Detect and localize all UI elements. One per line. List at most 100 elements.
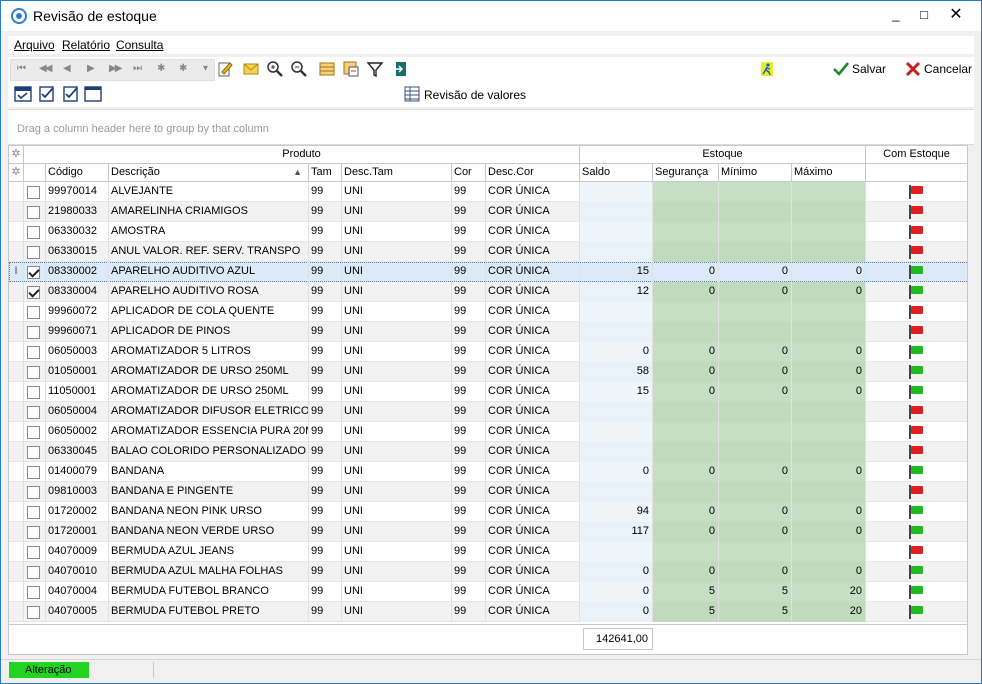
cell-tam[interactable]: 99 [309,382,342,402]
header-cor[interactable]: Cor [452,164,486,182]
cell-codigo[interactable]: 04070010 [46,562,109,582]
cell-desc-tam[interactable]: UNI [342,182,452,202]
cell-codigo[interactable]: 06050003 [46,342,109,362]
cell-maximo[interactable] [792,542,866,562]
cell-descricao[interactable]: APARELHO AUDITIVO AZUL [109,262,309,282]
cell-seguranca[interactable] [653,542,719,562]
menu-relatorio[interactable]: Relatório [62,38,110,52]
cell-minimo[interactable] [719,222,792,242]
cell-minimo[interactable] [719,182,792,202]
row-checkbox[interactable] [27,486,40,499]
next-page-icon[interactable]: ▶▶ [109,63,122,74]
row-checkbox[interactable] [27,586,40,599]
review-values-button[interactable]: Revisão de valores [424,88,526,102]
cell-desc-tam[interactable]: UNI [342,202,452,222]
cell-seguranca[interactable]: 0 [653,342,719,362]
menu-arquivo[interactable]: Arquivo [14,38,55,52]
filter-icon[interactable] [366,60,384,78]
table-row[interactable]: 06330032 AMOSTRA 99 UNI 99 COR ÚNICA [9,222,967,242]
first-record-icon[interactable]: ⏮ [17,63,26,74]
table-row[interactable]: 04070005 BERMUDA FUTEBOL PRETO 99 UNI 99 COR … [9,602,967,622]
cell-minimo[interactable] [719,482,792,502]
cell-seguranca[interactable]: 0 [653,282,719,302]
last-record-icon[interactable]: ⏭ [133,63,142,74]
row-checkbox[interactable] [27,266,40,279]
row-checkbox[interactable] [27,386,40,399]
cell-desc-cor[interactable]: COR ÚNICA [486,302,580,322]
cell-minimo[interactable]: 0 [719,282,792,302]
cell-minimo[interactable] [719,242,792,262]
cell-codigo[interactable]: 99970014 [46,182,109,202]
cell-desc-cor[interactable]: COR ÚNICA [486,182,580,202]
cell-saldo[interactable]: 12 [580,282,653,302]
cell-minimo[interactable]: 0 [719,502,792,522]
cell-saldo[interactable] [580,542,653,562]
cell-desc-tam[interactable]: UNI [342,422,452,442]
header-desc-tam[interactable]: Desc.Tam [342,164,452,182]
cell-desc-cor[interactable]: COR ÚNICA [486,202,580,222]
row-checkbox[interactable] [27,606,40,619]
cell-maximo[interactable]: 0 [792,382,866,402]
cell-codigo[interactable]: 08330004 [46,282,109,302]
cell-saldo[interactable]: 0 [580,462,653,482]
cell-maximo[interactable]: 0 [792,562,866,582]
cell-maximo[interactable]: 0 [792,362,866,382]
header-desc-cor[interactable]: Desc.Cor [486,164,580,182]
cell-minimo[interactable] [719,322,792,342]
cell-desc-cor[interactable]: COR ÚNICA [486,322,580,342]
cell-saldo[interactable] [580,402,653,422]
cell-maximo[interactable] [792,302,866,322]
export-grid-icon[interactable] [342,60,360,78]
cell-maximo[interactable] [792,242,866,262]
cell-maximo[interactable]: 0 [792,522,866,542]
next-record-icon[interactable]: ▶ [87,63,95,74]
cell-cor[interactable]: 99 [452,522,486,542]
cell-desc-tam[interactable]: UNI [342,382,452,402]
cell-desc-cor[interactable]: COR ÚNICA [486,422,580,442]
band-estoque[interactable]: Estoque [580,146,866,164]
cell-tam[interactable]: 99 [309,502,342,522]
cell-seguranca[interactable]: 0 [653,382,719,402]
row-checkbox[interactable] [27,186,40,199]
cell-desc-cor[interactable]: COR ÚNICA [486,562,580,582]
header-com-estoque[interactable] [866,164,967,182]
table-row[interactable]: 99960072 APLICADOR DE COLA QUENTE 99 UNI 99 C… [9,302,967,322]
cell-maximo[interactable]: 0 [792,262,866,282]
cell-descricao[interactable]: AMOSTRA [109,222,309,242]
cell-seguranca[interactable] [653,222,719,242]
cell-desc-tam[interactable]: UNI [342,362,452,382]
review-values-icon[interactable] [404,86,420,102]
row-checkbox[interactable] [27,346,40,359]
cell-seguranca[interactable]: 0 [653,362,719,382]
table-row[interactable]: 99960071 APLICADOR DE PINOS 99 UNI 99 COR ÚNI… [9,322,967,342]
cell-codigo[interactable]: 99960072 [46,302,109,322]
row-checkbox[interactable] [27,226,40,239]
cell-saldo[interactable] [580,482,653,502]
cell-codigo[interactable]: 06050002 [46,422,109,442]
cell-tam[interactable]: 99 [309,322,342,342]
cell-seguranca[interactable] [653,422,719,442]
table-row[interactable]: 06050003 AROMATIZADOR 5 LITROS 99 UNI 99 COR … [9,342,967,362]
cell-seguranca[interactable] [653,322,719,342]
minimize-button[interactable]: _ [881,5,911,27]
cell-codigo[interactable]: 01050001 [46,362,109,382]
cell-saldo[interactable]: 94 [580,502,653,522]
email-icon[interactable] [242,60,260,78]
cell-saldo[interactable] [580,202,653,222]
cell-codigo[interactable]: 99960071 [46,322,109,342]
cell-desc-tam[interactable]: UNI [342,602,452,622]
cell-desc-tam[interactable]: UNI [342,522,452,542]
table-row[interactable]: 04070009 BERMUDA AZUL JEANS 99 UNI 99 COR ÚNI… [9,542,967,562]
cell-desc-cor[interactable]: COR ÚNICA [486,542,580,562]
cell-maximo[interactable] [792,442,866,462]
cell-codigo[interactable]: 04070009 [46,542,109,562]
table-row[interactable]: 99970014 ALVEJANTE 99 UNI 99 COR ÚNICA [9,182,967,202]
table-row[interactable]: 06050002 AROMATIZADOR ESSENCIA PURA 20M 99… [9,422,967,442]
cell-maximo[interactable]: 20 [792,582,866,602]
table-row[interactable]: 06330015 ANUL VALOR. REF. SERV. TRANSPO 99… [9,242,967,262]
table-row[interactable]: 01720002 BANDANA NEON PINK URSO 99 UNI 99 COR… [9,502,967,522]
cell-saldo[interactable]: 0 [580,562,653,582]
cell-cor[interactable]: 99 [452,542,486,562]
cancel-button[interactable]: Cancelar [924,62,972,76]
cell-seguranca[interactable]: 5 [653,602,719,622]
